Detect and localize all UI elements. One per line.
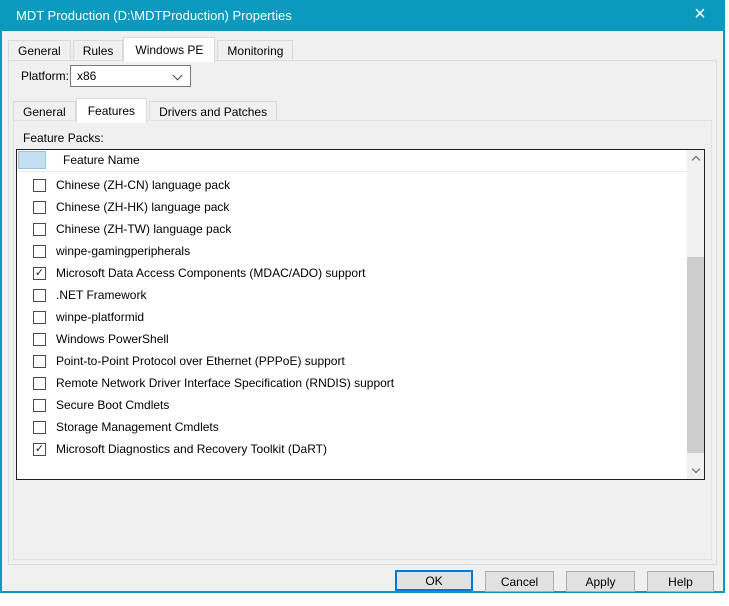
scrollbar-up-button[interactable]	[687, 150, 704, 167]
subtab-general[interactable]: General	[13, 101, 76, 122]
checkbox-unchecked-icon[interactable]	[33, 377, 46, 390]
scrollbar-down-button[interactable]	[687, 462, 704, 479]
platform-label: Platform:	[21, 69, 69, 83]
scrollbar-thumb[interactable]	[687, 257, 704, 453]
feature-name-label: Remote Network Driver Interface Specific…	[56, 376, 394, 390]
feature-row[interactable]: winpe-platformid	[17, 306, 686, 328]
checkbox-unchecked-icon[interactable]	[33, 179, 46, 192]
apply-button[interactable]: Apply	[566, 571, 635, 592]
feature-row[interactable]: winpe-gamingperipherals	[17, 240, 686, 262]
features-page: Feature Packs: Feature Name Chinese (ZH-…	[13, 120, 712, 560]
feature-row[interactable]: Windows PowerShell	[17, 328, 686, 350]
cancel-button[interactable]: Cancel	[485, 571, 554, 592]
list-header: Feature Name	[17, 150, 704, 172]
chevron-down-icon	[691, 465, 699, 473]
list-scrollbar[interactable]	[687, 150, 704, 479]
subtab-features[interactable]: Features	[76, 98, 147, 123]
feature-name-label: winpe-gamingperipherals	[56, 244, 190, 258]
checkbox-checked-icon[interactable]: ✓	[33, 267, 46, 280]
tab-rules[interactable]: Rules	[73, 40, 124, 61]
feature-row[interactable]: Chinese (ZH-HK) language pack	[17, 196, 686, 218]
feature-row[interactable]: Point-to-Point Protocol over Ethernet (P…	[17, 350, 686, 372]
feature-name-label: Chinese (ZH-TW) language pack	[56, 222, 231, 236]
window-title: MDT Production (D:\MDTProduction) Proper…	[16, 8, 292, 23]
close-button[interactable]: ×	[679, 0, 721, 31]
feature-name-label: Secure Boot Cmdlets	[56, 398, 169, 412]
close-icon: ×	[694, 0, 706, 29]
platform-selected-value: x86	[77, 69, 96, 83]
feature-name-label: Storage Management Cmdlets	[56, 420, 219, 434]
screenshot-canvas: MDT Production (D:\MDTProduction) Proper…	[0, 0, 729, 606]
checkbox-unchecked-icon[interactable]	[33, 223, 46, 236]
feature-name-label: winpe-platformid	[56, 310, 144, 324]
sub-tabstrip: General Features Drivers and Patches	[13, 97, 279, 122]
feature-name-label: Chinese (ZH-CN) language pack	[56, 178, 230, 192]
checkbox-unchecked-icon[interactable]	[33, 289, 46, 302]
feature-packs-list: Feature Name Chinese (ZH-CN) language pa…	[16, 149, 705, 480]
feature-row[interactable]: .NET Framework	[17, 284, 686, 306]
feature-row[interactable]: Chinese (ZH-CN) language pack	[17, 174, 686, 196]
chevron-up-icon	[691, 156, 699, 164]
checkbox-unchecked-icon[interactable]	[33, 245, 46, 258]
windows-pe-page: Platform: x86 General Features Drivers a…	[8, 60, 717, 565]
feature-row[interactable]: Secure Boot Cmdlets	[17, 394, 686, 416]
feature-name-label: Windows PowerShell	[56, 332, 169, 346]
feature-rows-container: Chinese (ZH-CN) language pack Chinese (ZH…	[17, 171, 686, 479]
checkbox-unchecked-icon[interactable]	[33, 311, 46, 324]
tab-windows-pe[interactable]: Windows PE	[123, 37, 215, 62]
feature-name-label: Microsoft Data Access Components (MDAC/A…	[56, 266, 365, 280]
checkbox-checked-icon[interactable]: ✓	[33, 443, 46, 456]
feature-row[interactable]: ✓ Microsoft Diagnostics and Recovery Tool…	[17, 438, 686, 460]
feature-row[interactable]: Storage Management Cmdlets	[17, 416, 686, 438]
feature-row[interactable]: ✓ Microsoft Data Access Components (MDAC/…	[17, 262, 686, 284]
checkbox-unchecked-icon[interactable]	[33, 399, 46, 412]
checkbox-unchecked-icon[interactable]	[33, 421, 46, 434]
help-button[interactable]: Help	[647, 571, 714, 592]
ok-button[interactable]: OK	[395, 570, 473, 591]
checkbox-unchecked-icon[interactable]	[33, 333, 46, 346]
tab-monitoring[interactable]: Monitoring	[217, 40, 293, 61]
tab-general[interactable]: General	[8, 40, 71, 61]
checkbox-unchecked-icon[interactable]	[33, 355, 46, 368]
titlebar[interactable]: MDT Production (D:\MDTProduction) Proper…	[2, 0, 723, 31]
feature-row[interactable]: Remote Network Driver Interface Specific…	[17, 372, 686, 394]
checkbox-unchecked-icon[interactable]	[33, 201, 46, 214]
feature-name-label: Microsoft Diagnostics and Recovery Toolk…	[56, 442, 327, 456]
chevron-down-icon	[173, 71, 183, 81]
header-feature-name[interactable]: Feature Name	[63, 153, 140, 167]
feature-packs-label: Feature Packs:	[23, 131, 104, 145]
main-tabstrip: General Rules Windows PE Monitoring	[8, 36, 295, 61]
platform-dropdown[interactable]: x86	[70, 65, 191, 87]
feature-row[interactable]: Chinese (ZH-TW) language pack	[17, 218, 686, 240]
header-checkbox-column[interactable]	[18, 151, 46, 169]
feature-name-label: .NET Framework	[56, 288, 146, 302]
subtab-drivers-and-patches[interactable]: Drivers and Patches	[149, 101, 277, 122]
properties-dialog: MDT Production (D:\MDTProduction) Proper…	[0, 0, 725, 593]
feature-name-label: Chinese (ZH-HK) language pack	[56, 200, 229, 214]
feature-name-label: Point-to-Point Protocol over Ethernet (P…	[56, 354, 345, 368]
